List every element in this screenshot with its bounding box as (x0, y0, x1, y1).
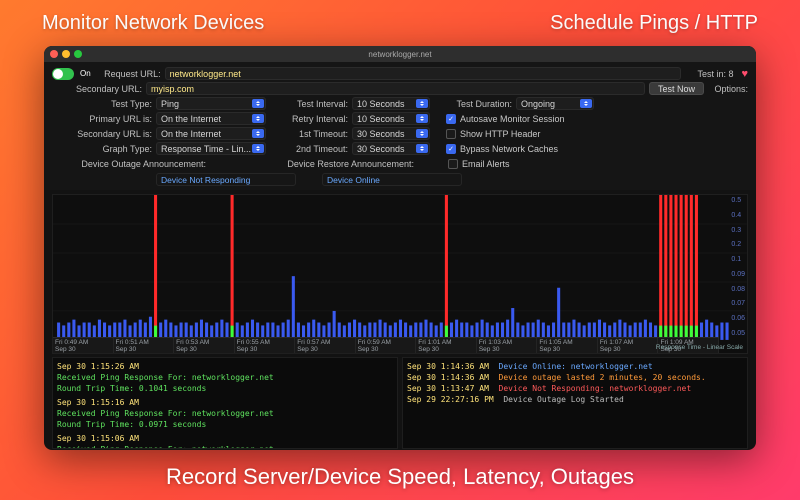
test-type-label: Test Type: (52, 99, 152, 109)
outage-announce-field[interactable]: Device Not Responding (156, 173, 296, 186)
on-toggle[interactable] (52, 68, 74, 80)
second-timeout-label: 2nd Timeout: (270, 144, 348, 154)
on-toggle-label: On (80, 69, 91, 78)
secondary-url-label: Secondary URL: (52, 84, 142, 94)
ping-log-pane[interactable]: Sep 30 1:15:26 AMReceived Ping Response … (52, 357, 398, 449)
chevron-down-icon (416, 129, 428, 138)
chevron-down-icon (252, 114, 264, 123)
outage-announce-label: Device Outage Announcement: (52, 159, 206, 169)
test-type-select[interactable]: Ping (156, 97, 266, 110)
restore-announce-field[interactable]: Device Online (322, 173, 462, 186)
chevron-down-icon (416, 99, 428, 108)
response-time-chart[interactable]: 0.50.40.30.20.10.090.080.070.060.05 Fri … (52, 194, 748, 354)
primary-url-is-select[interactable]: On the Internet (156, 112, 266, 125)
first-timeout-select[interactable]: 30 Seconds (352, 127, 430, 140)
check-icon (446, 144, 456, 154)
options-label: Options: (708, 84, 748, 94)
secondary-url-is-label: Secondary URL is: (52, 129, 152, 139)
secondary-url-is-select[interactable]: On the Internet (156, 127, 266, 140)
app-window: networklogger.net On Request URL: networ… (44, 46, 756, 450)
chevron-down-icon (416, 144, 428, 153)
first-timeout-label: 1st Timeout: (270, 129, 348, 139)
chevron-down-icon (416, 114, 428, 123)
graph-type-label: Graph Type: (52, 144, 152, 154)
check-icon (446, 114, 456, 124)
checkbox-icon (446, 129, 456, 139)
test-interval-label: Test Interval: (270, 99, 348, 109)
chevron-down-icon (580, 99, 592, 108)
test-in-label: Test in: 8 (685, 69, 733, 79)
window-title: networklogger.net (44, 50, 756, 59)
secondary-url-input[interactable]: myisp.com (146, 82, 645, 95)
test-duration-label: Test Duration: (434, 99, 512, 109)
banner-right: Schedule Pings / HTTP (550, 12, 758, 35)
request-url-label: Request URL: (99, 69, 161, 79)
email-alerts-checkbox[interactable]: Email Alerts (448, 159, 510, 169)
retry-interval-select[interactable]: 10 Seconds (352, 112, 430, 125)
show-http-header-checkbox[interactable]: Show HTTP Header (446, 129, 540, 139)
test-duration-select[interactable]: Ongoing (516, 97, 594, 110)
autosave-checkbox[interactable]: Autosave Monitor Session (446, 114, 565, 124)
chevron-down-icon (252, 144, 264, 153)
primary-url-is-label: Primary URL is: (52, 114, 152, 124)
checkbox-icon (448, 159, 458, 169)
chevron-down-icon (252, 99, 264, 108)
outage-log-pane[interactable]: Sep 30 1:14:36 AM Device Online: network… (402, 357, 748, 449)
restore-announce-label: Device Restore Announcement: (256, 159, 414, 169)
request-url-input[interactable]: networklogger.net (165, 67, 682, 80)
graph-type-select[interactable]: Response Time - Lin... (156, 142, 266, 155)
test-interval-select[interactable]: 10 Seconds (352, 97, 430, 110)
banner-left: Monitor Network Devices (42, 12, 264, 35)
chevron-down-icon (252, 129, 264, 138)
bypass-caches-checkbox[interactable]: Bypass Network Caches (446, 144, 558, 154)
titlebar: networklogger.net (44, 46, 756, 62)
test-now-button[interactable]: Test Now (649, 82, 704, 95)
chart-scale-label: Response Time - Linear Scale (656, 344, 743, 351)
second-timeout-select[interactable]: 30 Seconds (352, 142, 430, 155)
banner-bottom: Record Server/Device Speed, Latency, Out… (0, 464, 800, 490)
retry-interval-label: Retry Interval: (270, 114, 348, 124)
favorite-icon[interactable]: ♥ (741, 68, 748, 80)
